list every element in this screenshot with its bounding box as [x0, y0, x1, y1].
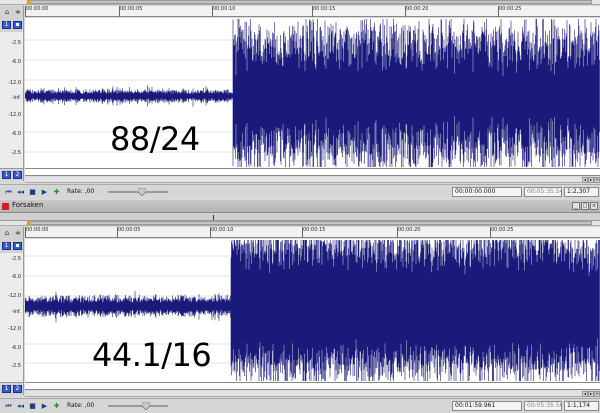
cursor-position-field[interactable]: 00:01:59.961: [452, 401, 522, 411]
time-ruler[interactable]: 00:00:00 00:00:05 00:00:10 00:00:15 00:0…: [25, 6, 600, 17]
y-axis-label: -12.0: [8, 80, 21, 86]
ruler-tick-label: 00:00:15: [303, 227, 326, 233]
ruler-tick-label: 00:00:00: [26, 227, 49, 233]
time-ruler[interactable]: 00:00:00 00:00:05 00:00:10 00:00:15 00:0…: [25, 227, 600, 238]
y-axis-label: -6.0: [11, 59, 21, 65]
zoom-ratio-field[interactable]: 1:1,174: [564, 401, 599, 411]
channel-icon[interactable]: ≑: [14, 229, 22, 237]
ruler-tick-label: 00:00:10: [213, 6, 236, 12]
overview-channel-button[interactable]: 1: [2, 171, 11, 179]
horizontal-scrollbar[interactable]: ◂ ▸ +: [25, 391, 600, 397]
transport-bar: ⏮ ◂◂ ■ ▶ ✚ Rate: ,00 00:00:00.000 00:05:…: [0, 184, 600, 198]
y-axis-label: -12.0: [8, 293, 21, 299]
stop-icon[interactable]: ■: [28, 402, 37, 410]
track-header: ⌂ ≑ 1 ▪: [0, 6, 24, 32]
overview-strip[interactable]: [25, 168, 600, 176]
ruler-tick-label: 00:00:10: [211, 227, 234, 233]
audio-pane-44-1-16: Forsaken _ □ × ⌂ ≑ 1 ▪ 00:00:00 00:00:05…: [0, 200, 600, 413]
top-position-scrollbar[interactable]: [0, 0, 600, 5]
length-field[interactable]: 00:05:35.560: [524, 401, 562, 411]
y-axis-label: -12.0: [8, 112, 21, 118]
rate-label: Rate: ,00: [67, 188, 95, 195]
ruler-tick-label: 00:00:05: [118, 227, 141, 233]
zoom-ratio-field[interactable]: 1:2,307: [564, 187, 599, 197]
y-axis-label: -Inf.: [11, 95, 21, 101]
window-titlebar[interactable]: Forsaken _ □ ×: [0, 200, 600, 213]
loop-icon[interactable]: ✚: [52, 188, 61, 196]
overview-toggle-button[interactable]: 2: [13, 171, 22, 179]
y-axis-label: -6.0: [11, 345, 21, 351]
overview-strip[interactable]: [25, 382, 600, 390]
ruler-tick-label: 00:00:05: [120, 6, 143, 12]
y-axis-label: -2.5: [11, 256, 21, 262]
channel-select-button[interactable]: 1: [2, 21, 11, 29]
overview-header: 1 2: [0, 382, 24, 395]
track-header: ⌂ ≑ 1 ▪: [0, 227, 24, 253]
rewind-icon[interactable]: ◂◂: [16, 402, 25, 410]
loop-icon[interactable]: ✚: [52, 402, 61, 410]
zoom-icon[interactable]: +: [594, 177, 600, 183]
overview-header: 1 2: [0, 168, 24, 181]
ruler-tick-label: 00:00:25: [499, 6, 522, 12]
rate-slider-track[interactable]: [108, 405, 168, 407]
go-start-icon[interactable]: ⏮: [4, 402, 13, 410]
channel-select-button[interactable]: 1: [2, 242, 11, 250]
track-separator: [0, 213, 600, 221]
overview-toggle-button[interactable]: 2: [13, 385, 22, 393]
minimize-icon[interactable]: _: [572, 202, 580, 210]
overview-channel-button[interactable]: 1: [2, 385, 11, 393]
ruler-tick-label: 00:00:20: [398, 227, 421, 233]
position-scrollbar-thumb[interactable]: [27, 221, 592, 225]
home-icon[interactable]: ⌂: [3, 229, 11, 237]
cursor-position-field[interactable]: 00:00:00.000: [452, 187, 522, 197]
playhead-marker-icon[interactable]: [26, 0, 32, 4]
y-axis-label: -6.0: [11, 131, 21, 137]
horizontal-scrollbar[interactable]: ◂ ▸ +: [25, 177, 600, 183]
y-axis-label: -2.5: [11, 40, 21, 46]
play-icon[interactable]: ▶: [40, 188, 49, 196]
length-field[interactable]: 00:05:35.547: [524, 187, 562, 197]
channel-icon[interactable]: ≑: [14, 8, 22, 16]
y-axis-label: -Inf.: [11, 309, 21, 315]
go-start-icon[interactable]: ⏮: [4, 188, 13, 196]
position-scrollbar-thumb[interactable]: [27, 0, 592, 4]
window-title: Forsaken: [12, 201, 44, 209]
amplitude-axis: -2.5 -6.0 -12.0 -Inf. -12.0 -6.0 -2.5: [0, 32, 24, 168]
ruler-tick-label: 00:00:15: [313, 6, 336, 12]
y-axis-label: -2.5: [11, 150, 21, 156]
channel-toggle-button[interactable]: ▪: [13, 21, 22, 29]
zoom-icon[interactable]: +: [594, 391, 600, 397]
ruler-tick-label: 00:00:20: [406, 6, 429, 12]
rewind-icon[interactable]: ◂◂: [16, 188, 25, 196]
home-icon[interactable]: ⌂: [3, 8, 11, 16]
cursor-marker: [213, 215, 214, 220]
audio-pane-88-24: ⌂ ≑ 1 ▪ 00:00:00 00:00:05 00:00:10 00:00…: [0, 0, 600, 200]
rate-slider-knob[interactable]: [142, 402, 150, 410]
play-icon[interactable]: ▶: [40, 402, 49, 410]
y-axis-label: -2.5: [11, 363, 21, 369]
ruler-tick-label: 00:00:25: [491, 227, 514, 233]
transport-bar: ⏮ ◂◂ ■ ▶ ✚ Rate: ,00 00:01:59.961 00:05:…: [0, 398, 600, 413]
rate-label: Rate: ,00: [67, 402, 95, 409]
amplitude-axis: -2.5 -6.0 -12.0 -Inf. -12.0 -6.0 -2.5: [0, 253, 24, 382]
rate-slider-knob[interactable]: [138, 188, 146, 196]
y-axis-label: -6.0: [11, 274, 21, 280]
channel-toggle-button[interactable]: ▪: [13, 242, 22, 250]
playhead-marker-icon[interactable]: [26, 220, 32, 225]
maximize-icon[interactable]: □: [581, 202, 589, 210]
top-position-scrollbar[interactable]: [0, 220, 600, 226]
ruler-tick-label: 00:00:00: [26, 6, 49, 12]
close-icon[interactable]: ×: [590, 202, 598, 210]
y-axis-label: -12.0: [8, 326, 21, 332]
app-icon: [2, 203, 9, 210]
stop-icon[interactable]: ■: [28, 188, 37, 196]
overlay-sample-rate-label: 88/24: [110, 120, 200, 158]
overlay-sample-rate-label: 44.1/16: [92, 336, 212, 374]
